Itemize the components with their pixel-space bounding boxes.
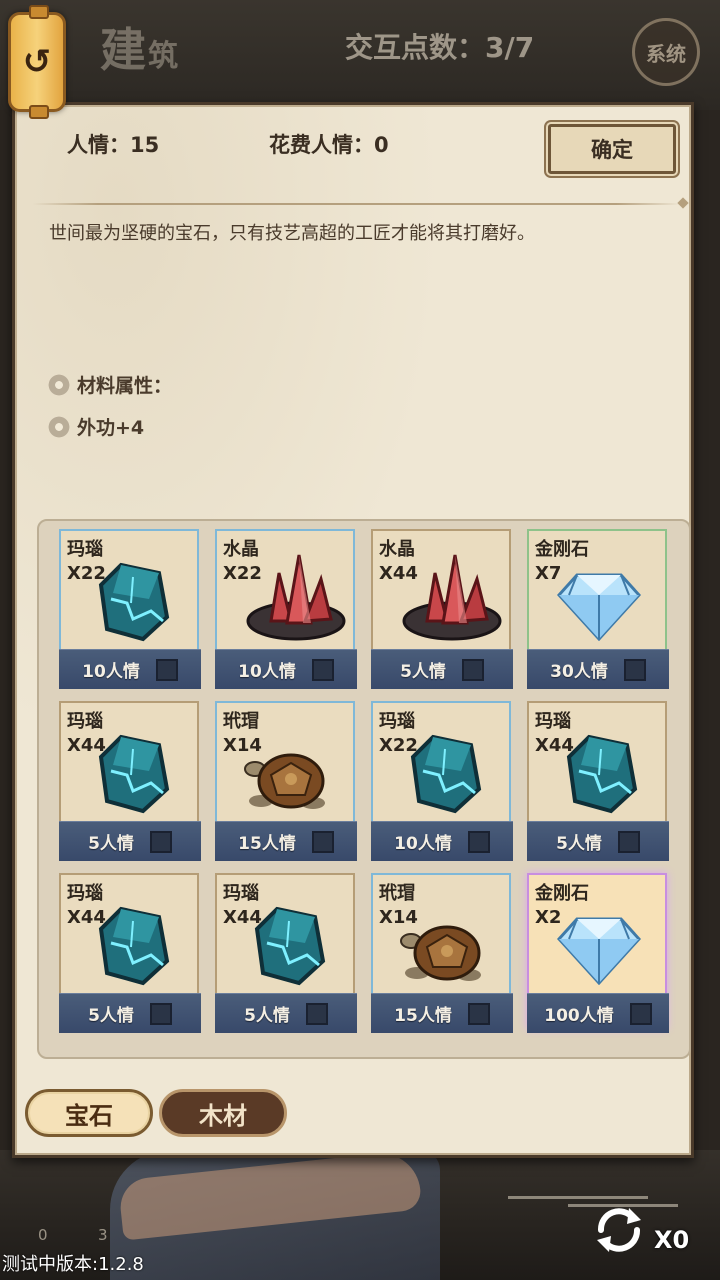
material-slot[interactable]: 金刚石 X7 30人情 <box>527 529 669 689</box>
material-name: 玛瑙 <box>223 883 259 904</box>
attr-title: 材料属性： <box>77 375 173 397</box>
agate-gem-icon <box>249 903 333 987</box>
title-big-char: 建 <box>100 23 148 77</box>
select-checkbox[interactable] <box>629 1002 652 1025</box>
cost-bar: 15人情 <box>215 821 357 861</box>
material-slot[interactable]: 玛瑙 X44 5人情 <box>59 873 201 1033</box>
back-button[interactable]: ↺ <box>8 5 66 119</box>
attr-value-row: 外功+4 <box>47 413 144 440</box>
select-checkbox[interactable] <box>467 1002 490 1025</box>
material-name: 金刚石 <box>535 883 589 904</box>
agate-gem-icon <box>561 731 645 815</box>
material-panel: 人情：15 花费人情：0 确定 世间最为坚硬的宝石，只有技艺高超的工匠才能将其打… <box>12 102 694 1158</box>
agate-gem-icon <box>93 731 177 815</box>
material-cost: 10人情 <box>238 662 296 682</box>
material-name: 玛瑙 <box>67 539 103 560</box>
renqing-label: 人情：15 <box>67 133 160 157</box>
cost-label: 花费人情：0 <box>269 133 389 157</box>
turtle-shell-icon <box>241 739 325 823</box>
material-slot[interactable]: 玛瑙 X44 5人情 <box>59 701 201 861</box>
select-checkbox[interactable] <box>311 830 334 853</box>
material-cost: 5人情 <box>244 1006 290 1026</box>
material-slot[interactable]: 玛瑙 X22 10人情 <box>371 701 513 861</box>
material-name: 玛瑙 <box>535 711 571 732</box>
material-cost: 100人情 <box>544 1006 614 1026</box>
version-label: 测试中版本:1.2.8 <box>2 1254 144 1275</box>
material-name: 玛瑙 <box>67 711 103 732</box>
material-cost: 5人情 <box>88 1006 134 1026</box>
material-cost: 10人情 <box>82 662 140 682</box>
attr-title-row: 材料属性： <box>47 371 172 398</box>
cost-bar: 5人情 <box>371 649 513 689</box>
material-name: 玳瑁 <box>379 883 415 904</box>
select-checkbox[interactable] <box>311 658 334 681</box>
select-checkbox[interactable] <box>467 830 490 853</box>
material-name: 玳瑁 <box>223 711 259 732</box>
select-checkbox[interactable] <box>149 1002 172 1025</box>
red-crystal-icon <box>241 551 346 641</box>
material-cost: 5人情 <box>556 834 602 854</box>
material-slot[interactable]: 玳瑁 X14 15人情 <box>215 701 357 861</box>
refresh-button[interactable] <box>586 1200 652 1260</box>
material-slot[interactable]: 水晶 X44 5人情 <box>371 529 513 689</box>
select-checkbox[interactable] <box>155 658 178 681</box>
material-slot[interactable]: 玳瑁 X14 15人情 <box>371 873 513 1033</box>
title-small-char: 筑 <box>148 39 180 74</box>
stat-b: 3 <box>98 1226 108 1244</box>
flower-icon <box>47 372 71 397</box>
confirm-button[interactable]: 确定 <box>548 124 676 174</box>
material-cost: 10人情 <box>394 834 452 854</box>
material-slot[interactable]: 玛瑙 X44 5人情 <box>215 873 357 1033</box>
select-checkbox[interactable] <box>461 658 484 681</box>
cost-bar: 5人情 <box>215 993 357 1033</box>
refresh-icon <box>597 1208 641 1252</box>
material-cost: 5人情 <box>88 834 134 854</box>
item-description: 世间最为坚硬的宝石，只有技艺高超的工匠才能将其打磨好。 <box>49 223 535 244</box>
select-checkbox[interactable] <box>623 658 646 681</box>
material-slot[interactable]: 金刚石 X2 100人情 <box>527 873 669 1033</box>
inventory-grid: 玛瑙 X22 10人情 水晶 X22 10人情 水晶 X44 5人情 金刚石 X7 30人情 玛瑙 X44… <box>37 519 691 1059</box>
cost-bar: 10人情 <box>59 649 201 689</box>
cost-bar: 15人情 <box>371 993 513 1033</box>
select-checkbox[interactable] <box>305 1002 328 1025</box>
material-cost: 5人情 <box>400 662 446 682</box>
cost-bar: 5人情 <box>59 821 201 861</box>
material-cost: 15人情 <box>394 1006 452 1026</box>
select-checkbox[interactable] <box>617 830 640 853</box>
system-button[interactable]: 系统 <box>632 18 700 86</box>
tab-gems[interactable]: 宝石 <box>25 1089 153 1137</box>
building-title: 建筑 <box>100 14 180 80</box>
material-name: 金刚石 <box>535 539 589 560</box>
red-crystal-icon <box>397 551 502 641</box>
turtle-shell-icon <box>397 911 481 995</box>
material-name: 玛瑙 <box>67 883 103 904</box>
flower-icon <box>47 414 71 439</box>
material-cost: 30人情 <box>550 662 608 682</box>
material-cost: 15人情 <box>238 834 296 854</box>
agate-gem-icon <box>93 903 177 987</box>
material-slot[interactable]: 玛瑙 X44 5人情 <box>527 701 669 861</box>
agate-gem-icon <box>93 559 177 643</box>
divider <box>33 203 681 205</box>
cost-bar: 5人情 <box>527 821 669 861</box>
diamond-icon <box>556 913 642 997</box>
material-name: 玛瑙 <box>379 711 415 732</box>
interaction-points: 交互点数：3/7 <box>345 31 535 64</box>
cost-bar: 30人情 <box>527 649 669 689</box>
stat-a: 0 <box>38 1226 48 1244</box>
cost-bar: 10人情 <box>215 649 357 689</box>
diamond-icon <box>556 569 642 653</box>
cost-bar: 10人情 <box>371 821 513 861</box>
cost-bar: 5人情 <box>59 993 201 1033</box>
tab-wood[interactable]: 木材 <box>159 1089 287 1137</box>
agate-gem-icon <box>405 731 489 815</box>
select-checkbox[interactable] <box>149 830 172 853</box>
material-slot[interactable]: 水晶 X22 10人情 <box>215 529 357 689</box>
undo-arrow-icon: ↺ <box>22 42 52 82</box>
material-slot[interactable]: 玛瑙 X22 10人情 <box>59 529 201 689</box>
cost-bar: 100人情 <box>527 993 669 1033</box>
attr-value: 外功+4 <box>77 417 145 439</box>
refresh-count: X0 <box>654 1226 690 1254</box>
